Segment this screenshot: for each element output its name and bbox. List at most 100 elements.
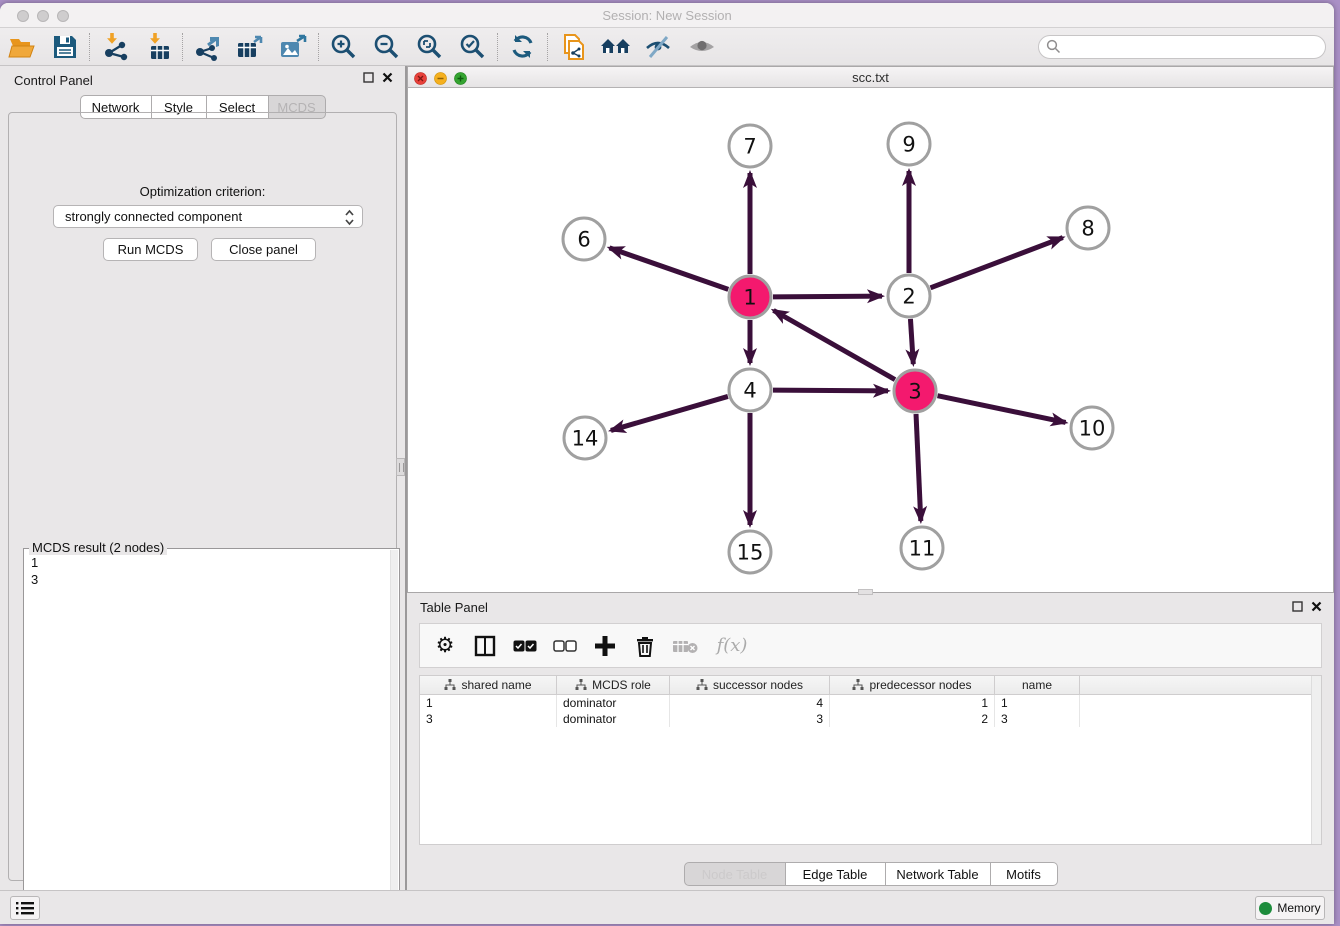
zoom-fit-button[interactable] [408,30,451,64]
column-header-successor-nodes[interactable]: successor nodes [670,676,830,694]
main-area: Control Panel NetworkStyleSelectMCDS Opt… [0,66,1334,890]
mcds-result-values[interactable]: 1 3 [31,554,38,588]
float-panel-icon[interactable] [363,72,374,83]
zoom-fit-icon [416,33,444,61]
float-table-panel-icon[interactable] [1292,601,1303,612]
network-window-titlebar[interactable]: scc.txt [407,66,1334,88]
criterion-select[interactable]: strongly connected component [53,205,363,228]
graph-node-label-8: 8 [1081,217,1094,241]
import-table-button[interactable] [136,30,179,64]
import-network-icon [101,33,129,61]
table-row: 3dominator323 [420,711,1321,727]
table-cell-successor-nodes[interactable]: 4 [670,695,830,711]
column-tree-icon [575,679,587,691]
tab-network-table[interactable]: Network Table [886,862,991,886]
table-cell-MCDS-role[interactable]: dominator [557,711,670,727]
function-builder-button[interactable]: f(x) [712,631,752,661]
graph-node-label-4: 4 [743,379,756,403]
memory-button[interactable]: Memory [1255,896,1325,920]
column-header-name[interactable]: name [995,676,1080,694]
import-table-icon [144,33,172,61]
add-column-button[interactable] [592,631,618,661]
clear-selection-button[interactable] [552,631,578,661]
zoom-out-icon [373,33,401,61]
tab-edge-table[interactable]: Edge Table [786,862,886,886]
close-panel-button[interactable]: Close panel [211,238,316,261]
close-panel-icon[interactable] [382,72,393,83]
run-mcds-button[interactable]: Run MCDS [103,238,198,261]
graph-edge-1-6[interactable] [609,248,728,290]
hide-selected-button[interactable] [637,30,680,64]
graph-edge-3-1[interactable] [773,310,895,379]
graph-edge-2-3[interactable] [910,319,913,364]
graph-edge-2-8[interactable] [931,238,1063,288]
clear-selection-icon [553,640,577,652]
table-settings-button[interactable]: ⚙ [432,631,458,661]
first-neighbors-button[interactable] [594,30,637,64]
task-history-button[interactable] [10,896,40,920]
table-row: 1dominator411 [420,695,1321,711]
zoom-in-button[interactable] [322,30,365,64]
save-session-icon [52,34,78,60]
optimization-criterion-label: Optimization criterion: [9,184,396,199]
table-cell-predecessor-nodes[interactable]: 2 [830,711,995,727]
table-cell-predecessor-nodes[interactable]: 1 [830,695,995,711]
open-session-button[interactable] [0,30,43,64]
graph-edge-4-3[interactable] [773,390,888,391]
graph-edge-4-14[interactable] [611,396,728,430]
table-cell-shared-name[interactable]: 1 [420,695,557,711]
graph-edge-3-10[interactable] [938,396,1066,423]
zoom-out-button[interactable] [365,30,408,64]
graph-node-label-6: 6 [577,228,590,252]
select-all-button[interactable] [512,631,538,661]
app-title: Session: New Session [0,8,1334,23]
app-titlebar[interactable]: Session: New Session [0,3,1334,28]
graph-node-label-9: 9 [902,133,915,157]
column-header-MCDS-role[interactable]: MCDS role [557,676,670,694]
column-tree-icon [696,679,708,691]
graph-edge-3-11[interactable] [916,414,921,521]
show-columns-button[interactable] [472,631,498,661]
column-header-shared-name[interactable]: shared name [420,676,557,694]
table-cell-MCDS-role[interactable]: dominator [557,695,670,711]
column-tree-icon [852,679,864,691]
export-table-button[interactable] [229,30,272,64]
import-network-button[interactable] [93,30,136,64]
panel-divider-handle[interactable] [396,458,405,476]
table-cell-name[interactable]: 1 [995,695,1080,711]
export-image-button[interactable] [272,30,315,64]
delete-column-button[interactable] [632,631,658,661]
table-column-headers: shared name MCDS role successor nodes pr… [420,676,1321,695]
tab-node-table[interactable]: Node Table [684,862,786,886]
zoom-selected-icon [459,33,487,61]
new-network-from-selection-icon [559,33,587,61]
network-window-title: scc.txt [408,70,1333,85]
graph-node-label-11: 11 [909,537,936,561]
mcds-result-scrollbar[interactable] [390,550,398,919]
table-scrollbar[interactable] [1311,676,1321,844]
hide-selected-icon [644,34,674,60]
export-network-button[interactable] [186,30,229,64]
show-all-button[interactable] [680,30,723,64]
tab-motifs[interactable]: Motifs [991,862,1058,886]
network-window: scc.txt 7968124314101511 [407,66,1334,593]
close-table-panel-icon[interactable] [1311,601,1322,612]
save-session-button[interactable] [43,30,86,64]
select-stepper-icon [344,208,355,227]
search-input[interactable] [1038,35,1326,59]
table-cell-shared-name[interactable]: 3 [420,711,557,727]
zoom-selected-button[interactable] [451,30,494,64]
refresh-icon [509,33,536,60]
network-canvas[interactable]: 7968124314101511 [407,88,1334,593]
refresh-view-button[interactable] [501,30,544,64]
table-rows: 1dominator4113dominator323 [420,695,1321,727]
toolbar-separator [318,33,319,61]
column-header-predecessor-nodes[interactable]: predecessor nodes [830,676,995,694]
node-table: shared name MCDS role successor nodes pr… [419,675,1322,845]
table-cell-name[interactable]: 3 [995,711,1080,727]
graph-edge-1-2[interactable] [773,296,882,297]
new-network-from-selection-button[interactable] [551,30,594,64]
memory-label: Memory [1277,901,1320,915]
delete-table-button[interactable] [672,631,698,661]
table-cell-successor-nodes[interactable]: 3 [670,711,830,727]
